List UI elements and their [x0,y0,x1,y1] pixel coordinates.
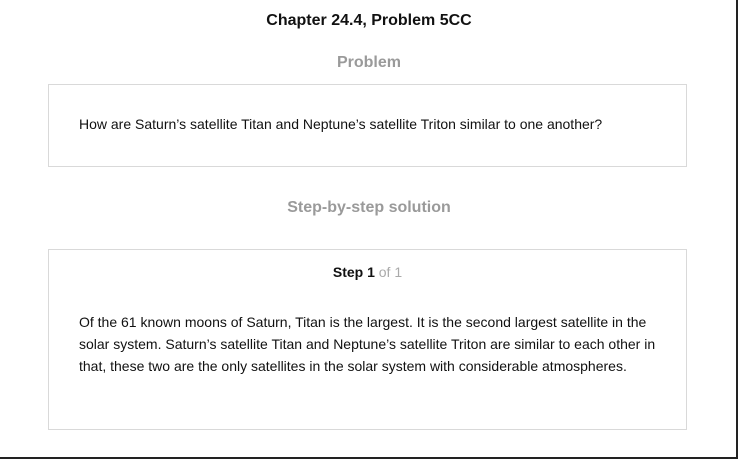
step-count: of 1 [378,264,403,280]
problem-card: How are Saturn’s satellite Titan and Nep… [48,84,687,167]
step-body: Of the 61 known moons of Saturn, Titan i… [79,314,656,374]
step-header: Step 1 of 1 [49,264,686,280]
step-card: Step 1 of 1 Of the 61 known moons of Sat… [48,249,687,430]
solution-heading: Step-by-step solution [287,199,451,216]
problem-heading: Problem [336,54,401,71]
problem-text: How are Saturn’s satellite Titan and Nep… [79,116,603,132]
chapter-title: Chapter 24.4, Problem 5CC [266,12,472,29]
step-label: Step 1 [332,264,375,280]
